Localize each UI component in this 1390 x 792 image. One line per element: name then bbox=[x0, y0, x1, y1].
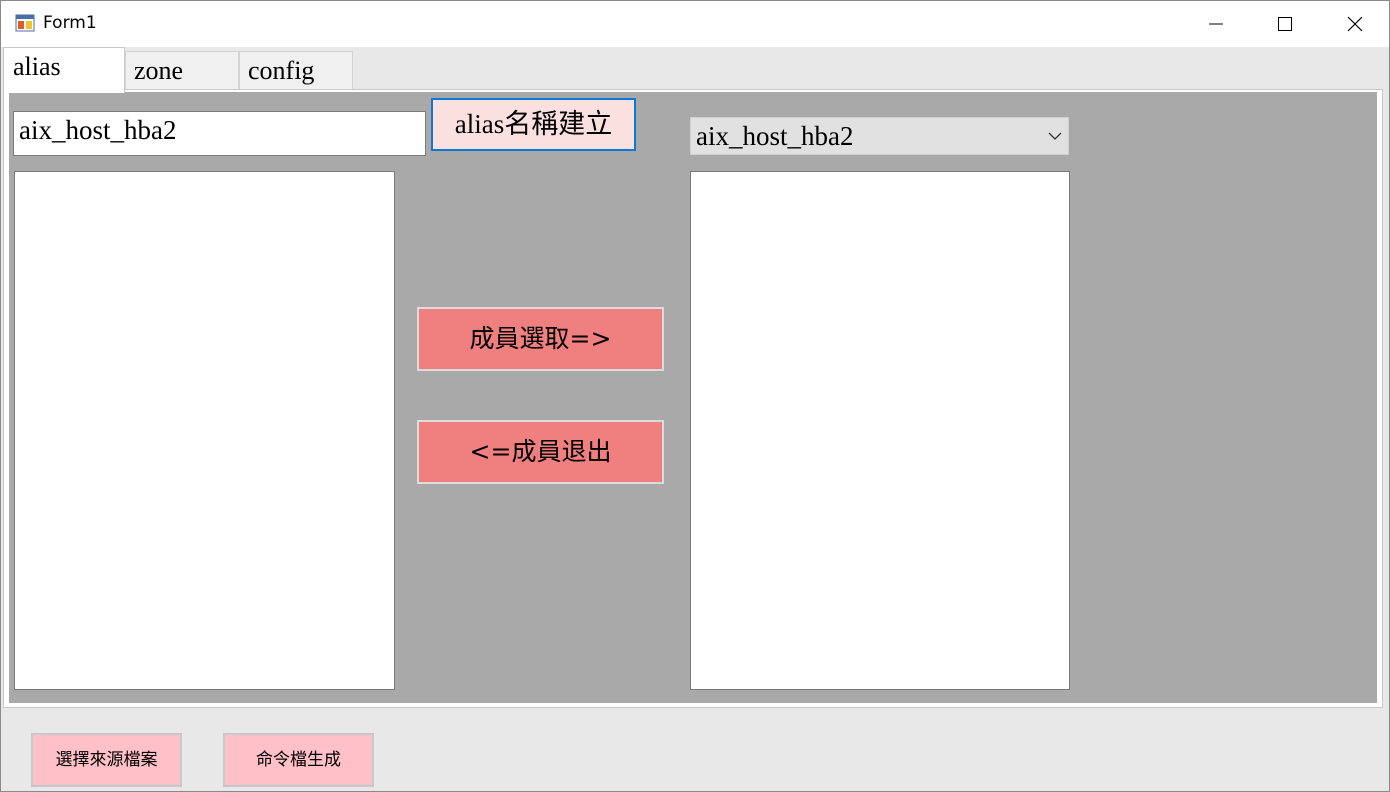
maximize-icon bbox=[1278, 17, 1292, 31]
add-member-button[interactable]: 成員選取=> bbox=[417, 307, 664, 371]
tab-zone[interactable]: zone bbox=[125, 51, 239, 91]
chevron-down-icon bbox=[1048, 132, 1062, 140]
remove-member-button[interactable]: <=成員退出 bbox=[417, 420, 664, 484]
main-window: Form1 alias zone config aix_host_hba2 al… bbox=[0, 0, 1390, 792]
alias-select[interactable]: aix_host_hba2 bbox=[690, 117, 1069, 155]
maximize-button[interactable] bbox=[1250, 1, 1320, 47]
close-icon bbox=[1347, 16, 1363, 32]
title-bar: Form1 bbox=[1, 1, 1389, 47]
minimize-icon bbox=[1209, 23, 1223, 25]
minimize-button[interactable] bbox=[1181, 1, 1251, 47]
create-alias-button[interactable]: alias名稱建立 bbox=[431, 98, 636, 151]
available-ports-list[interactable] bbox=[14, 171, 395, 690]
generate-command-file-button[interactable]: 命令檔生成 bbox=[223, 733, 374, 787]
tab-alias[interactable]: alias bbox=[3, 47, 125, 93]
close-button[interactable] bbox=[1320, 1, 1390, 47]
app-icon bbox=[15, 14, 35, 32]
alias-name-input[interactable]: aix_host_hba2 bbox=[13, 111, 426, 156]
tab-strip: alias zone config bbox=[1, 47, 1389, 93]
tab-config[interactable]: config bbox=[239, 51, 353, 91]
select-source-file-button[interactable]: 選擇來源檔案 bbox=[31, 733, 182, 787]
window-title: Form1 bbox=[43, 13, 97, 33]
alias-members-list[interactable] bbox=[690, 171, 1070, 690]
alias-select-value: aix_host_hba2 bbox=[696, 121, 854, 151]
